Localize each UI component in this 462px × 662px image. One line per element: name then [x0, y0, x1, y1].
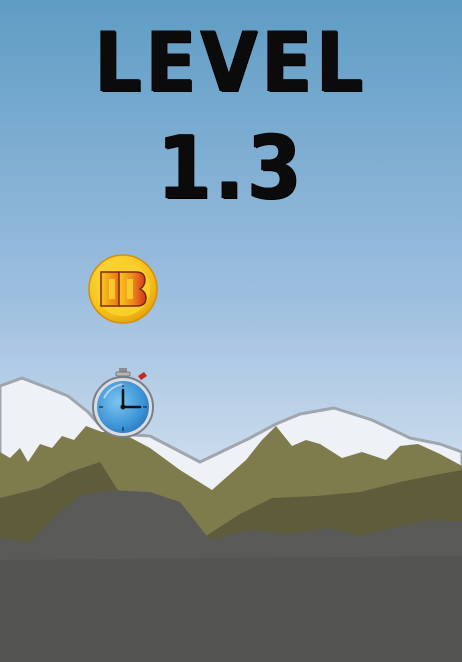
gray-rock-base — [0, 556, 462, 662]
level-title: LEVEL — [94, 14, 368, 112]
bb-coin-icon[interactable] — [87, 253, 159, 325]
game-scene: LEVEL 1.3 — [0, 0, 462, 662]
level-number: 1.3 — [157, 118, 305, 220]
stopwatch-icon[interactable] — [90, 368, 156, 438]
